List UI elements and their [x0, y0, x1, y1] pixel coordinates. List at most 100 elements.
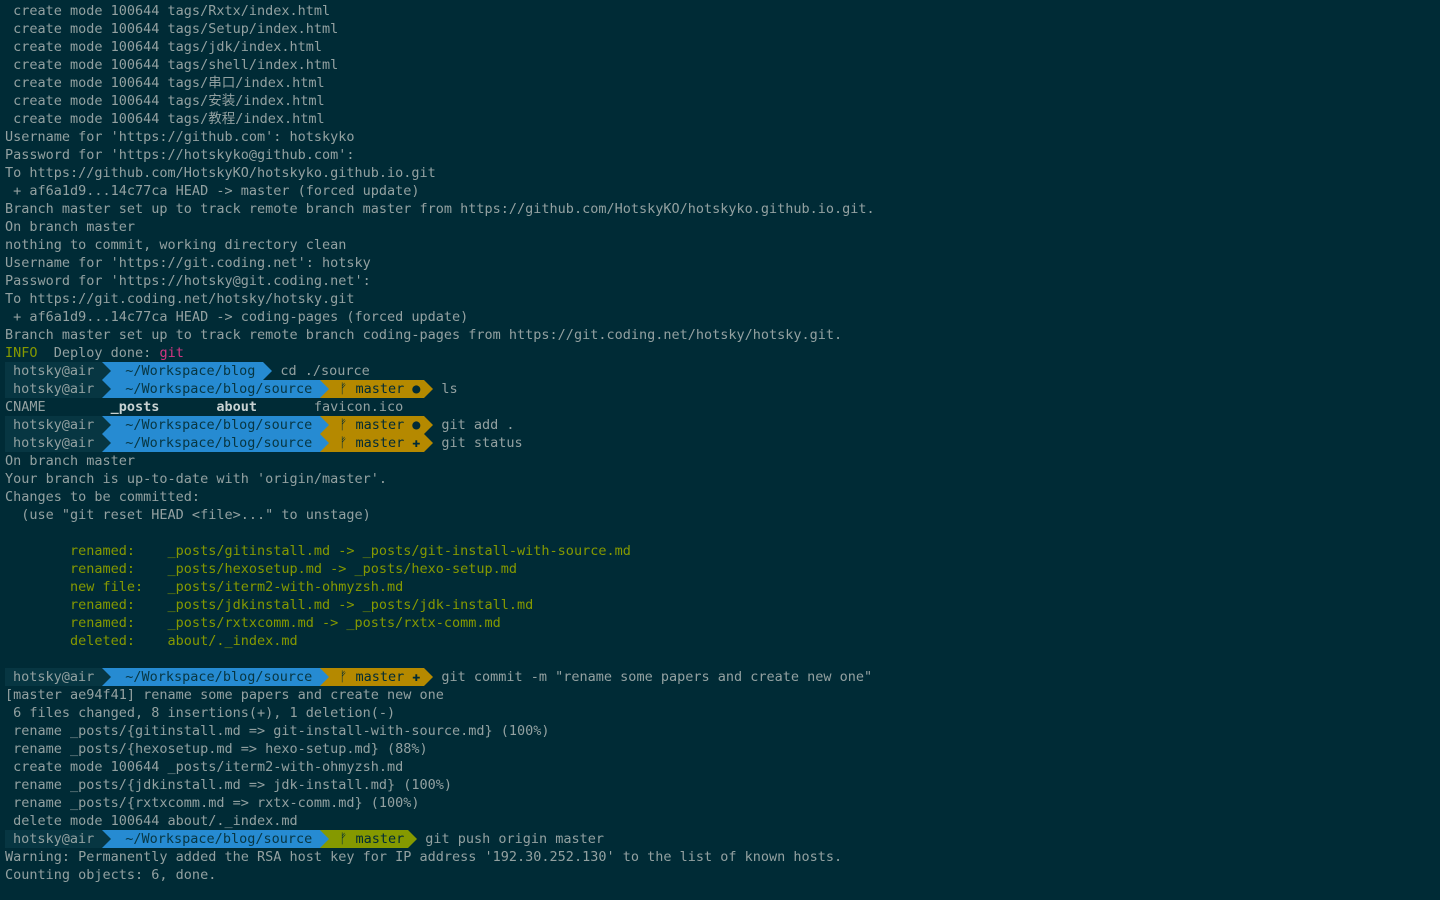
prompt-user: hotsky@air: [5, 380, 103, 398]
output-text: Your branch is up-to-date with 'origin/m…: [5, 471, 388, 487]
output-line: rename _posts/{hexosetup.md => hexo-setu…: [5, 740, 1440, 758]
git-branch-name: master: [355, 669, 405, 685]
git-branch-name: master: [355, 831, 405, 847]
prompt-directory: ~/Workspace/blog/source: [111, 830, 321, 848]
output-line: Warning: Permanently added the RSA host …: [5, 848, 1440, 866]
output-text: Branch master set up to track remote bra…: [5, 327, 843, 343]
prompt-line: hotsky@air ~/Workspace/blog/source ᚠ maste…: [5, 416, 1440, 434]
prompt-command: ls: [441, 381, 458, 397]
prompt-user: hotsky@air: [5, 830, 103, 848]
output-text: + af6a1d9...14c77ca HEAD -> master (forc…: [5, 183, 420, 199]
powerline-separator-icon: [102, 380, 112, 398]
powerline-separator-icon: [320, 668, 330, 686]
powerline-separator-icon: [320, 830, 330, 848]
prompt-command: git add .: [441, 417, 515, 433]
prompt-command: cd ./source: [280, 363, 370, 379]
output-text: rename _posts/{hexosetup.md => hexo-setu…: [5, 741, 428, 757]
output-text: To https://git.coding.net/hotsky/hotsky.…: [5, 291, 355, 307]
output-text: delete mode 100644 about/._index.md: [5, 813, 298, 829]
output-line: renamed: _posts/hexosetup.md -> _posts/h…: [5, 560, 1440, 578]
output-text: rename _posts/{jdkinstall.md => jdk-inst…: [5, 777, 453, 793]
output-text: + af6a1d9...14c77ca HEAD -> coding-pages…: [5, 309, 469, 325]
output-line: On branch master: [5, 452, 1440, 470]
prompt-line: hotsky@air ~/Workspace/blog/source ᚠ maste…: [5, 830, 1440, 848]
prompt-user: hotsky@air: [5, 434, 103, 452]
prompt-directory: ~/Workspace/blog/source: [111, 668, 321, 686]
output-text: favicon.ico: [257, 399, 404, 415]
git-branch-icon: ᚠ: [339, 435, 356, 451]
git-dirty-icon: ●: [412, 381, 421, 397]
output-text: rename _posts/{gitinstall.md => git-inst…: [5, 723, 550, 739]
prompt-line: hotsky@air ~/Workspace/blog cd ./source: [5, 362, 1440, 380]
output-text: renamed: _posts/gitinstall.md -> _posts/…: [5, 543, 631, 559]
powerline-separator-icon: [320, 380, 330, 398]
output-line: Your branch is up-to-date with 'origin/m…: [5, 470, 1440, 488]
output-line: Changes to be committed:: [5, 488, 1440, 506]
prompt-user: hotsky@air: [5, 416, 103, 434]
output-line: create mode 100644 tags/jdk/index.html: [5, 38, 1440, 56]
output-line: nothing to commit, working directory cle…: [5, 236, 1440, 254]
output-line: INFO Deploy done: git: [5, 344, 1440, 362]
prompt-git-branch: ᚠ master: [329, 830, 409, 848]
output-text: create mode 100644 _posts/iterm2-with-oh…: [5, 759, 404, 775]
output-text: Changes to be committed:: [5, 489, 201, 505]
output-text: [master ae94f41] rename some papers and …: [5, 687, 444, 703]
output-line: Password for 'https://hotskyko@github.co…: [5, 146, 1440, 164]
git-branch-icon: ᚠ: [339, 831, 356, 847]
git-staged-icon: ✚: [412, 435, 421, 451]
git-branch-name: master: [355, 417, 405, 433]
output-line: To https://github.com/HotskyKO/hotskyko.…: [5, 164, 1440, 182]
git-branch-name: master: [355, 435, 405, 451]
prompt-line: hotsky@air ~/Workspace/blog/source ᚠ maste…: [5, 668, 1440, 686]
output-line: rename _posts/{gitinstall.md => git-inst…: [5, 722, 1440, 740]
terminal-window[interactable]: create mode 100644 tags/Rxtx/index.html …: [0, 0, 1440, 900]
output-text: create mode 100644 tags/Setup/index.html: [5, 21, 339, 37]
prompt-directory: ~/Workspace/blog/source: [111, 434, 321, 452]
output-line: 6 files changed, 8 insertions(+), 1 dele…: [5, 704, 1440, 722]
prompt-directory: ~/Workspace/blog/source: [111, 416, 321, 434]
output-text: Username for 'https://git.coding.net': h…: [5, 255, 371, 271]
output-text: new file: _posts/iterm2-with-ohmyzsh.md: [5, 579, 404, 595]
output-text: Password for 'https://hotskyko@github.co…: [5, 147, 355, 163]
git-dirty-icon: ●: [412, 417, 421, 433]
output-line: Branch master set up to track remote bra…: [5, 326, 1440, 344]
powerline-separator-icon: [102, 830, 112, 848]
prompt-user: hotsky@air: [5, 668, 103, 686]
output-text: Warning: Permanently added the RSA host …: [5, 849, 843, 865]
output-text: nothing to commit, working directory cle…: [5, 237, 347, 253]
powerline-separator-icon: [408, 830, 418, 848]
output-text: create mode 100644 tags/教程/index.html: [5, 111, 325, 127]
output-text: INFO: [5, 345, 38, 361]
prompt-user: hotsky@air: [5, 362, 103, 380]
prompt-directory: ~/Workspace/blog/source: [111, 380, 321, 398]
output-line: create mode 100644 tags/串口/index.html: [5, 74, 1440, 92]
output-text: To https://github.com/HotskyKO/hotskyko.…: [5, 165, 436, 181]
output-line: + af6a1d9...14c77ca HEAD -> coding-pages…: [5, 308, 1440, 326]
prompt-command: git push origin master: [425, 831, 605, 847]
output-line: Username for 'https://git.coding.net': h…: [5, 254, 1440, 272]
output-line: Username for 'https://github.com': hotsk…: [5, 128, 1440, 146]
output-line: create mode 100644 tags/Setup/index.html: [5, 20, 1440, 38]
output-text: create mode 100644 tags/安装/index.html: [5, 93, 325, 109]
prompt-directory: ~/Workspace/blog: [111, 362, 264, 380]
output-line: + af6a1d9...14c77ca HEAD -> master (forc…: [5, 182, 1440, 200]
output-line: Counting objects: 6, done.: [5, 866, 1440, 884]
output-text: renamed: _posts/jdkinstall.md -> _posts/…: [5, 597, 534, 613]
output-text: On branch master: [5, 219, 136, 235]
git-branch-icon: ᚠ: [339, 381, 356, 397]
output-line: rename _posts/{jdkinstall.md => jdk-inst…: [5, 776, 1440, 794]
powerline-separator-icon: [320, 434, 330, 452]
output-text: create mode 100644 tags/shell/index.html: [5, 57, 339, 73]
output-line: create mode 100644 tags/教程/index.html: [5, 110, 1440, 128]
prompt-git-branch: ᚠ master ●: [329, 380, 425, 398]
output-text: renamed: _posts/rxtxcomm.md -> _posts/rx…: [5, 615, 501, 631]
output-text: create mode 100644 tags/串口/index.html: [5, 75, 325, 91]
prompt-git-branch: ᚠ master ●: [329, 416, 425, 434]
output-line: Password for 'https://hotsky@git.coding.…: [5, 272, 1440, 290]
output-text: Deploy done:: [37, 345, 160, 361]
output-line: create mode 100644 tags/shell/index.html: [5, 56, 1440, 74]
prompt-git-branch: ᚠ master ✚: [329, 434, 425, 452]
powerline-separator-icon: [320, 416, 330, 434]
powerline-separator-icon: [102, 668, 112, 686]
